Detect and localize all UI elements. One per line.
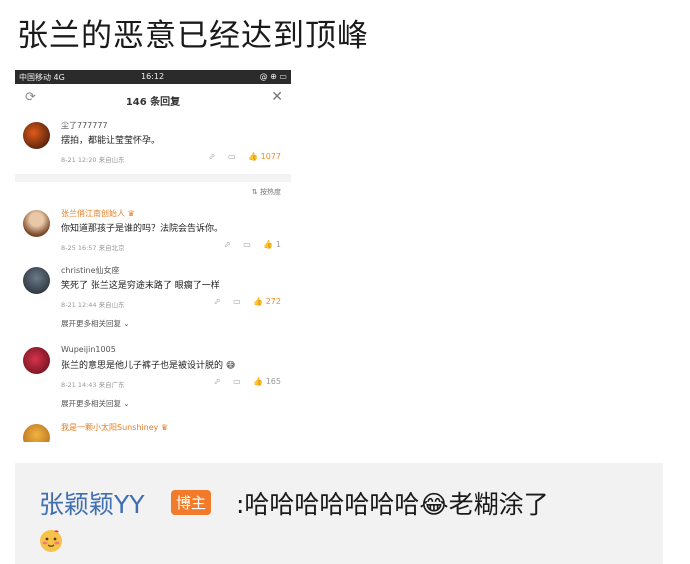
comment-text: 你知道那孩子是谁的吗？法院会告诉你。 bbox=[61, 224, 224, 234]
comment-text: 张兰的意思是他儿子裤子也是被设计脱的 😅 bbox=[61, 361, 236, 371]
blogger-badge: 博主 bbox=[171, 490, 212, 515]
comment-item: Wupeijin1005 张兰的意思是他儿子裤子也是被设计脱的 😅 8-21 1… bbox=[15, 345, 291, 415]
carrier-label: 中国移动 4G bbox=[19, 73, 65, 82]
bottom-comment: 张颖颖YY 博主 :哈哈哈哈哈哈哈😂老糊涂了 bbox=[15, 463, 663, 564]
comment-meta: 8-25 16:57 来自北京 bbox=[61, 244, 125, 252]
like-count: 1077 bbox=[260, 152, 281, 161]
comment-meta: 8-21 12:44 来自山东 bbox=[61, 301, 125, 309]
sort-toggle[interactable]: ⇅ 按热度 bbox=[252, 187, 281, 197]
avatar[interactable] bbox=[23, 424, 50, 442]
like-button[interactable]: 👍 165 bbox=[253, 377, 281, 386]
crown-icon: ♛ bbox=[127, 209, 135, 218]
crown-icon: ♛ bbox=[160, 423, 169, 432]
comment-meta: 8-21 14:43 来自广东 bbox=[61, 381, 125, 389]
comment-item: 我是一颗小太阳Sunshiney ♛ bbox=[15, 422, 291, 442]
comment-item: christine仙女座 笑死了 张兰这是穷途末路了 眼瘸了一样 8-21 12… bbox=[15, 265, 291, 335]
comment-author[interactable]: 我是一颗小太阳Sunshiney ♛ bbox=[61, 422, 168, 433]
post-title: 张兰的恶意已经达到顶峰 bbox=[17, 18, 369, 54]
comment-author[interactable]: 张兰俏江南创始人 ♛ bbox=[61, 208, 135, 219]
comment-text: 笑死了 张兰这是穷途末路了 眼瘸了一样 bbox=[61, 281, 220, 291]
divider bbox=[15, 174, 291, 182]
comment-author[interactable]: 尘了777777 bbox=[61, 120, 108, 131]
expand-replies-link[interactable]: 展开更多相关回复 ⌄ bbox=[61, 318, 130, 329]
share-icon[interactable]: ⬀ bbox=[224, 240, 231, 249]
avatar[interactable] bbox=[23, 267, 50, 294]
share-icon[interactable]: ⬀ bbox=[209, 152, 216, 161]
commenter-name[interactable]: 张颖颖YY bbox=[39, 485, 145, 521]
reply-icon[interactable]: ▭ bbox=[243, 240, 251, 249]
blush-emoji-icon bbox=[40, 530, 62, 552]
avatar[interactable] bbox=[23, 122, 50, 149]
comment-text: 摆拍，都能让莹莹怀孕。 bbox=[61, 136, 161, 146]
laugh-emoji-icon: 😅 bbox=[225, 361, 236, 371]
share-icon[interactable]: ⬀ bbox=[214, 297, 221, 306]
like-button[interactable]: 👍 1 bbox=[263, 240, 281, 249]
status-icons: @ ⊕ ▭ bbox=[259, 72, 287, 81]
clock-label: 16:12 bbox=[141, 72, 165, 81]
like-count: 1 bbox=[275, 240, 281, 249]
comment-item: 尘了777777 摆拍，都能让莹莹怀孕。 8-21 12:20 来自山东 ⬀ ▭… bbox=[15, 120, 291, 170]
avatar[interactable] bbox=[23, 347, 50, 374]
reply-count: 146 条回复 bbox=[125, 97, 181, 108]
comment-author[interactable]: christine仙女座 bbox=[61, 265, 120, 276]
expand-replies-link[interactable]: 展开更多相关回复 ⌄ bbox=[61, 398, 130, 409]
comment-author[interactable]: Wupeijin1005 bbox=[61, 345, 116, 354]
comment-text: :哈哈哈哈哈哈哈😂老糊涂了 bbox=[236, 490, 549, 519]
replies-header: ⟳ 146 条回复 ✕ bbox=[15, 84, 291, 114]
close-icon[interactable]: ✕ bbox=[271, 89, 283, 105]
comment-meta: 8-21 12:20 来自山东 bbox=[61, 156, 125, 164]
like-count: 272 bbox=[265, 297, 281, 306]
like-button[interactable]: 👍 1077 bbox=[248, 152, 281, 161]
status-bar: 中国移动 4G 16:12 @ ⊕ ▭ bbox=[15, 70, 291, 84]
avatar[interactable] bbox=[23, 210, 50, 237]
reply-icon[interactable]: ▭ bbox=[233, 297, 241, 306]
reply-icon[interactable]: ▭ bbox=[228, 152, 236, 161]
reply-icon[interactable]: ▭ bbox=[233, 377, 241, 386]
like-count: 165 bbox=[265, 377, 281, 386]
phone-screenshot: 中国移动 4G 16:12 @ ⊕ ▭ ⟳ 146 条回复 ✕ 尘了777777… bbox=[15, 70, 291, 442]
share-icon[interactable]: ⬀ bbox=[214, 377, 221, 386]
comment-item: 张兰俏江南创始人 ♛ 你知道那孩子是谁的吗？法院会告诉你。 8-25 16:57… bbox=[15, 208, 291, 258]
like-button[interactable]: 👍 272 bbox=[253, 297, 281, 306]
